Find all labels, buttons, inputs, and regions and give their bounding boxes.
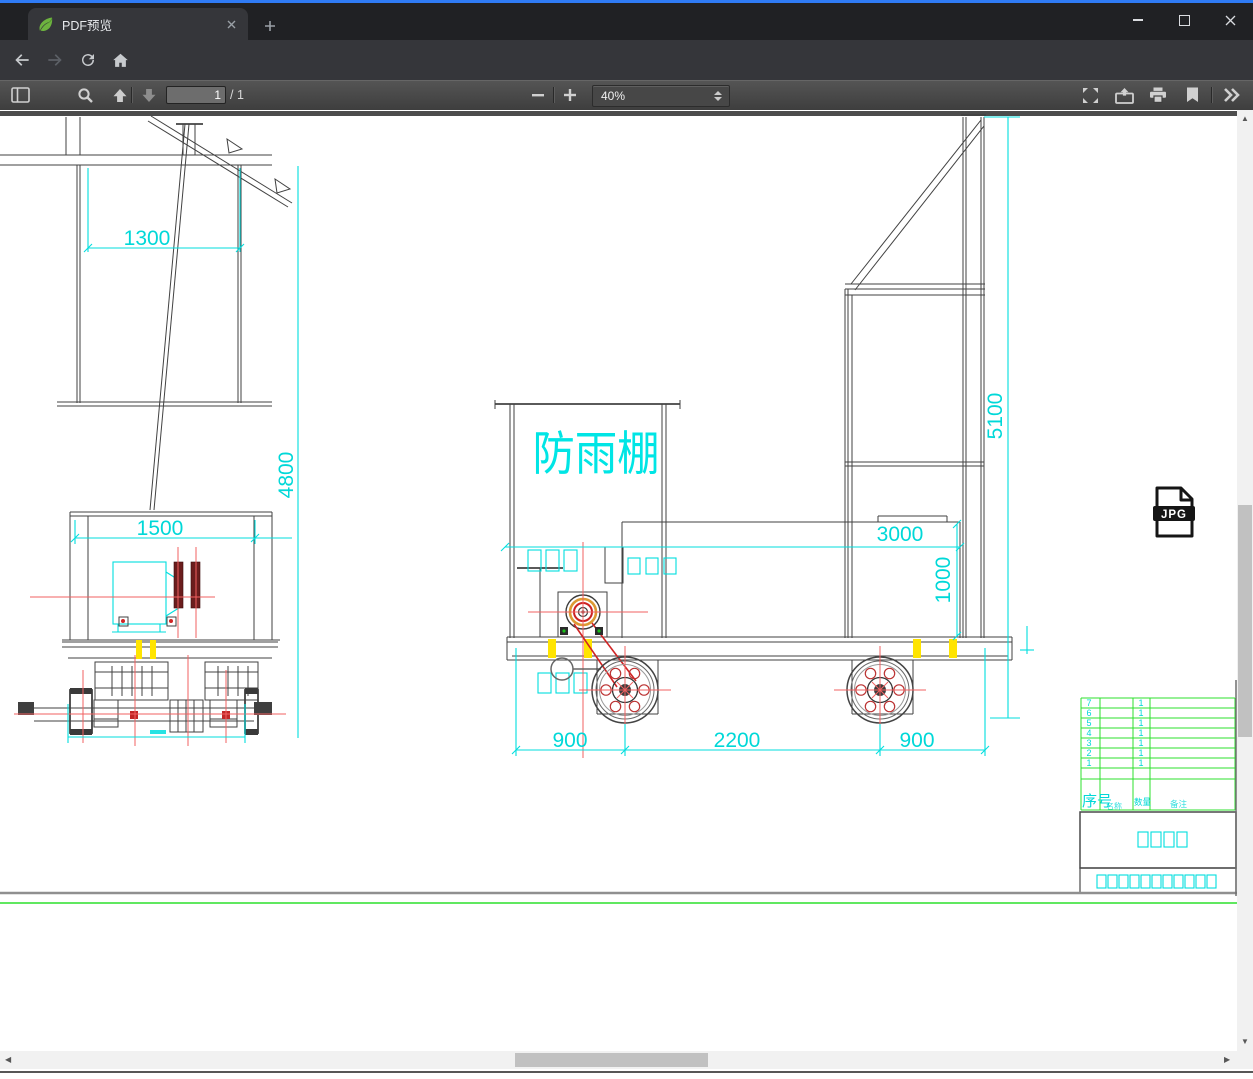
dim-1500: 1500 <box>137 517 184 540</box>
tab-pdf-preview[interactable]: PDF预览 <box>28 8 248 40</box>
scroll-right-icon[interactable]: ▶ <box>1224 1056 1230 1064</box>
bom-row-qty: 1 <box>1138 718 1143 728</box>
dim-3000: 3000 <box>877 523 924 546</box>
minimize-button[interactable] <box>1115 3 1161 37</box>
dim-1300: 1300 <box>124 227 171 250</box>
title-block <box>1079 811 1237 894</box>
dim-4800: 4800 <box>275 452 298 499</box>
window-controls <box>1115 3 1253 37</box>
maximize-button[interactable] <box>1161 3 1207 37</box>
end-view-dimensions: 1300 1500 4800 <box>67 166 299 743</box>
tiny-dim-label <box>150 730 166 734</box>
zoom-in-icon[interactable] <box>558 83 582 107</box>
page-up-icon[interactable] <box>108 83 132 107</box>
reload-icon[interactable] <box>74 46 102 74</box>
scroll-up-icon[interactable]: ▲ <box>1241 115 1249 123</box>
bom-row-no: 6 <box>1086 708 1091 718</box>
vertical-scrollbar[interactable]: ▲ ▼ <box>1237 110 1253 1051</box>
pdf-page-canvas: 1300 1500 4800 防雨棚 3000 1000 5100 900 22… <box>0 110 1237 1051</box>
browser-window: PDF预览 1 / 1 40% 1300 1500 4800 防雨棚 3000 … <box>0 0 1253 1079</box>
toolbar-divider <box>553 87 554 103</box>
bom-header-name: 名称 <box>1106 801 1122 811</box>
bookmark-icon[interactable] <box>1180 83 1204 107</box>
bom-row-no: 7 <box>1086 698 1091 708</box>
bom-row-qty: 1 <box>1138 748 1143 758</box>
more-tools-icon[interactable] <box>1220 83 1244 107</box>
new-tab-button[interactable] <box>257 13 283 39</box>
select-spinner-icon <box>714 91 722 101</box>
canopy-label: 防雨棚 <box>533 427 660 480</box>
toolbar-divider <box>1211 87 1212 103</box>
presentation-mode-icon[interactable] <box>1078 83 1102 107</box>
forward-icon[interactable] <box>41 46 69 74</box>
jpg-badge-label: JPG <box>1161 509 1187 521</box>
dim-1000: 1000 <box>932 557 955 604</box>
bom-header-remark: 备注 <box>1170 799 1188 809</box>
pdf-toolbar: / 1 40% <box>0 80 1253 111</box>
bom-table: 7 6 5 4 3 2 1 1 1 1 1 1 1 1 序号 名称 数量 备注 <box>1080 697 1236 811</box>
dim-2200: 2200 <box>714 729 761 752</box>
bom-row-qty: 1 <box>1138 728 1143 738</box>
bom-row-no: 2 <box>1086 748 1091 758</box>
jpg-file-badge[interactable]: JPG <box>1150 486 1198 538</box>
close-button[interactable] <box>1207 3 1253 37</box>
dim-5100: 5100 <box>984 393 1007 440</box>
cad-drawing: 1300 1500 4800 防雨棚 3000 1000 5100 900 22… <box>0 111 1237 904</box>
tab-close-icon[interactable] <box>223 16 239 32</box>
bom-row-no: 3 <box>1086 738 1091 748</box>
horizontal-scrollbar[interactable]: ◀ ▶ <box>0 1051 1237 1069</box>
page-total-label: / 1 <box>230 88 244 102</box>
bom-row-qty: 1 <box>1138 708 1143 718</box>
bom-row-no: 5 <box>1086 718 1091 728</box>
zoom-level-select[interactable]: 40% <box>592 85 730 107</box>
navigation-bar: localhost:8012/onlinePreview?url=http%3A… <box>0 40 1253 114</box>
search-icon[interactable] <box>73 83 97 107</box>
bom-row-qty: 1 <box>1138 758 1143 768</box>
open-file-icon[interactable] <box>1112 83 1136 107</box>
bom-row-no: 1 <box>1086 758 1091 768</box>
page-number-input[interactable] <box>166 86 226 104</box>
dim-900-right: 900 <box>899 729 934 752</box>
spring-leaf-icon <box>39 17 53 31</box>
back-icon[interactable] <box>8 46 36 74</box>
bom-header-qty: 数量 <box>1134 797 1152 807</box>
window-bottom-edge <box>0 1071 1253 1073</box>
end-view <box>0 115 293 746</box>
scrollbar-corner <box>1237 1051 1253 1069</box>
scroll-down-icon[interactable]: ▼ <box>1241 1038 1249 1046</box>
scroll-left-icon[interactable]: ◀ <box>5 1056 11 1064</box>
print-icon[interactable] <box>1146 83 1170 107</box>
zoom-out-icon[interactable] <box>526 83 550 107</box>
zoom-level-value: 40% <box>601 89 626 103</box>
bom-row-no: 4 <box>1086 728 1091 738</box>
page-down-icon[interactable] <box>137 83 161 107</box>
toolbar-divider <box>131 87 132 103</box>
tab-title: PDF预览 <box>62 18 113 33</box>
vertical-scrollbar-thumb[interactable] <box>1238 505 1252 737</box>
bom-row-qty: 1 <box>1138 738 1143 748</box>
sidebar-toggle-icon[interactable] <box>8 83 32 107</box>
dim-900-left: 900 <box>552 729 587 752</box>
horizontal-scrollbar-thumb[interactable] <box>515 1053 708 1067</box>
home-icon[interactable] <box>106 46 134 74</box>
tab-bar: PDF预览 <box>0 3 1253 40</box>
bom-row-qty: 1 <box>1138 698 1143 708</box>
